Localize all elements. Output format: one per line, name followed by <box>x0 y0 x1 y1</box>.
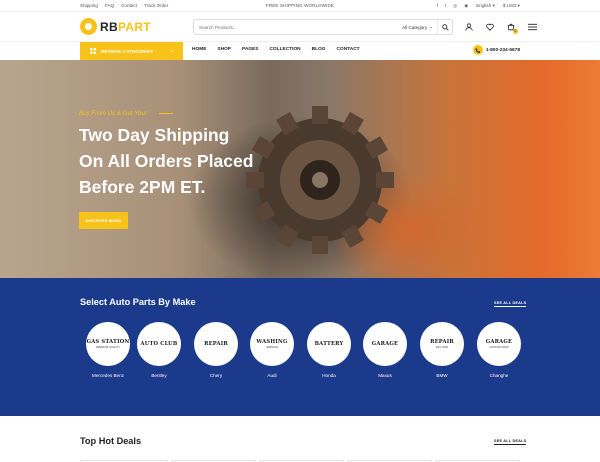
nav-blog[interactable]: BLOG <box>312 47 326 52</box>
brand-logo: REPAIR EST. 2020 <box>420 322 464 366</box>
phone-icon <box>472 45 483 55</box>
hero-title-line-2: On All Orders Placed <box>79 151 254 171</box>
nav-pages[interactable]: PAGES <box>242 47 258 52</box>
brand-name: Honda <box>322 373 336 378</box>
currency-label: $ USD <box>502 2 517 8</box>
hero-kicker: Buy From Us & Get Your <box>79 110 173 117</box>
brand-logo-subtext: PREMIUM QUALITY <box>95 346 121 349</box>
heart-icon <box>486 23 494 31</box>
chevron-down-icon: ⌄ <box>170 48 174 53</box>
brand-logo: WASHING SERVICE <box>250 322 294 366</box>
hero-banner: Buy From Us & Get Your Two Day Shipping … <box>0 60 600 278</box>
language-label: English <box>476 2 492 8</box>
header: RBPART All Category ⌄ 0 <box>0 12 600 42</box>
brand-name: BMW <box>436 373 448 378</box>
header-icons: 0 <box>463 21 538 34</box>
makes-see-all-link[interactable]: SEE ALL DEALS <box>494 301 527 307</box>
brand-logo-text: GAS STATION <box>86 339 130 345</box>
search-button[interactable] <box>438 20 452 34</box>
brand-logo-text: REPAIR <box>430 339 454 345</box>
kicker-divider <box>158 113 173 114</box>
brand-logo: REPAIR <box>194 322 238 366</box>
menu-button[interactable] <box>526 21 538 33</box>
nav-contact[interactable]: CONTACT <box>337 47 360 52</box>
brand-name: Mercedes Benz <box>92 373 124 378</box>
brand-logo: GARAGE <box>363 322 407 366</box>
deals-title: Top Hot Deals <box>80 436 142 446</box>
pinterest-icon[interactable]: ◉ <box>464 3 468 9</box>
grid-icon <box>90 48 96 54</box>
phone-contact[interactable]: 1-800-234-5678 <box>472 45 520 55</box>
brand-card[interactable]: REPAIR Chery <box>193 322 239 378</box>
category-label: All Category <box>402 24 428 30</box>
user-icon <box>465 23 473 31</box>
brand-logo: AUTO CLUB <box>137 322 181 366</box>
hamburger-icon <box>527 23 537 31</box>
brand-card[interactable]: GARAGE CUSTOM SHOP Changhe <box>476 322 522 378</box>
brand-logo-text: REPAIR <box>204 340 228 347</box>
logo-rb: RB <box>100 19 118 34</box>
discover-more-button[interactable]: DISCOVER MORE <box>79 212 128 229</box>
menu: HOME SHOP PAGES COLLECTION BLOG CONTACT <box>192 47 360 52</box>
social-links: f t ◎ ◉ <box>437 3 469 9</box>
chevron-down-icon: ⌄ <box>429 24 433 29</box>
search-icon <box>441 23 449 31</box>
currency-select[interactable]: $ USD ▾ <box>503 3 520 9</box>
search-input[interactable] <box>194 24 399 30</box>
brand-logo: GAS STATION PREMIUM QUALITY <box>86 322 130 366</box>
brand-name: Changhe <box>489 373 509 378</box>
brand-name: Audi <box>267 373 277 378</box>
brand-logo: GARAGE CUSTOM SHOP <box>477 322 521 366</box>
deals-see-all-link[interactable]: SEE ALL DEALS <box>494 439 527 445</box>
wishlist-button[interactable] <box>484 21 496 33</box>
brand-logo-text: WASHING <box>256 339 288 345</box>
brand-logo-text: GARAGE <box>485 339 513 345</box>
gear-logo-icon <box>80 18 97 35</box>
main-nav: BROWSE CATEGORIES ⌄ HOME SHOP PAGES COLL… <box>0 42 600 60</box>
browse-label: BROWSE CATEGORIES <box>101 48 154 54</box>
facebook-icon[interactable]: f <box>437 3 438 9</box>
brand-card[interactable]: GAS STATION PREMIUM QUALITY Mercedes Benz <box>85 322 131 378</box>
brand-name: Maxus <box>378 373 392 378</box>
hero-kicker-text: Buy From Us & Get Your <box>79 110 147 117</box>
top-bar: Shipping FAQ Contact Track Order FREE SH… <box>0 0 600 12</box>
account-button[interactable] <box>463 21 475 33</box>
brand-logo: BATTERY <box>307 322 351 366</box>
brand-name: Bentley <box>151 373 167 378</box>
logo[interactable]: RBPART <box>80 18 151 35</box>
brand-logo-text: BATTERY <box>314 340 344 347</box>
brand-logo-text: AUTO CLUB <box>140 340 178 347</box>
brand-card[interactable]: WASHING SERVICE Audi <box>249 322 295 378</box>
twitter-icon[interactable]: t <box>445 3 446 9</box>
logo-part: PART <box>117 19 151 34</box>
browse-categories-button[interactable]: BROWSE CATEGORIES ⌄ <box>80 42 183 60</box>
cart-count-badge: 0 <box>513 29 518 34</box>
brand-logo-subtext: CUSTOM SHOP <box>489 346 509 349</box>
search-bar: All Category ⌄ <box>193 19 453 35</box>
brand-card[interactable]: AUTO CLUB Bentley <box>136 322 182 378</box>
brand-logo-text: GARAGE <box>371 340 399 347</box>
brand-name: Chery <box>209 373 223 378</box>
brand-card[interactable]: GARAGE Maxus <box>362 322 408 378</box>
brand-logo-subtext: SERVICE <box>266 346 278 349</box>
logo-text: RBPART <box>100 20 151 34</box>
makes-section: Select Auto Parts By Make SEE ALL DEALS … <box>0 278 600 416</box>
nav-home[interactable]: HOME <box>192 47 206 52</box>
top-right: f t ◎ ◉ English ▾ $ USD ▾ <box>437 3 520 9</box>
hero-title-line-3: Before 2PM ET. <box>79 177 206 197</box>
nav-shop[interactable]: SHOP <box>217 47 231 52</box>
hot-deals-section: Top Hot Deals SEE ALL DEALS <box>0 416 600 462</box>
cart-button[interactable]: 0 <box>505 21 518 34</box>
language-select[interactable]: English ▾ <box>476 3 495 9</box>
nav-collection[interactable]: COLLECTION <box>269 47 300 52</box>
category-select[interactable]: All Category ⌄ <box>398 20 438 34</box>
phone-number: 1-800-234-5678 <box>485 47 520 53</box>
hero-title-line-1: Two Day Shipping <box>79 125 230 145</box>
brand-logo-subtext: EST. 2020 <box>436 346 448 349</box>
brand-card[interactable]: BATTERY Honda <box>306 322 352 378</box>
brand-card[interactable]: REPAIR EST. 2020 BMW <box>419 322 465 378</box>
instagram-icon[interactable]: ◎ <box>453 3 457 9</box>
makes-title: Select Auto Parts By Make <box>80 297 196 307</box>
hero-title: Two Day Shipping On All Orders Placed Be… <box>79 122 309 200</box>
